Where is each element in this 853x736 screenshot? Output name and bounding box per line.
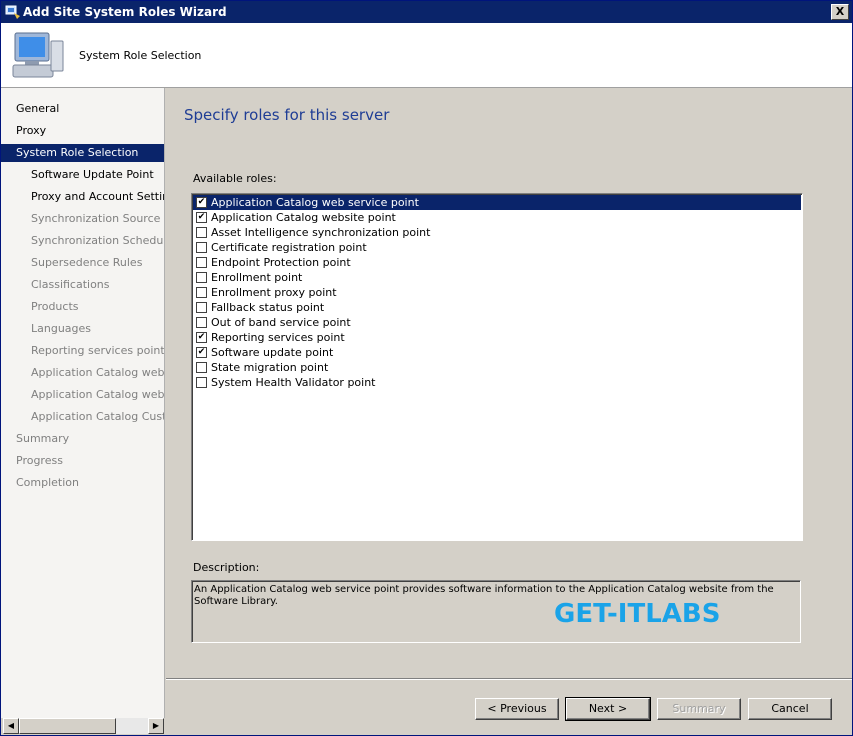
role-label: Software update point xyxy=(211,346,334,359)
checkbox-unchecked-icon[interactable] xyxy=(196,317,207,328)
checkbox-unchecked-icon[interactable] xyxy=(196,272,207,283)
nav-item[interactable]: General xyxy=(1,100,164,118)
nav-item[interactable]: Products xyxy=(1,298,164,316)
nav-item[interactable]: Application Catalog Customi xyxy=(1,408,164,426)
nav-item[interactable]: Progress xyxy=(1,452,164,470)
window-title: Add Site System Roles Wizard xyxy=(23,5,227,19)
next-button[interactable]: Next > xyxy=(565,697,651,721)
role-row[interactable]: Enrollment point xyxy=(193,270,801,285)
checkbox-unchecked-icon[interactable] xyxy=(196,287,207,298)
role-row[interactable]: State migration point xyxy=(193,360,801,375)
main-panel: Specify roles for this server Available … xyxy=(166,88,852,735)
nav-horizontal-scrollbar[interactable]: ◀ ▶ xyxy=(3,718,164,734)
role-row[interactable]: Fallback status point xyxy=(193,300,801,315)
nav-item[interactable]: Synchronization Schedule xyxy=(1,232,164,250)
nav-item[interactable]: Application Catalog website xyxy=(1,386,164,404)
role-row[interactable]: Asset Intelligence synchronization point xyxy=(193,225,801,240)
nav-item[interactable]: System Role Selection xyxy=(1,144,164,162)
button-separator xyxy=(166,678,852,680)
wizard-window: Add Site System Roles Wizard X System Ro… xyxy=(0,0,853,736)
scroll-thumb[interactable] xyxy=(19,718,116,734)
role-label: Certificate registration point xyxy=(211,241,367,254)
nav-item[interactable]: Application Catalog web ser xyxy=(1,364,164,382)
role-label: Asset Intelligence synchronization point xyxy=(211,226,431,239)
nav-item[interactable]: Reporting services point xyxy=(1,342,164,360)
roles-listbox[interactable]: ✔ Application Catalog web service point ✔ A… xyxy=(191,193,803,541)
checkbox-unchecked-icon[interactable] xyxy=(196,362,207,373)
nav-item[interactable]: Supersedence Rules xyxy=(1,254,164,272)
checkbox-checked-icon[interactable]: ✔ xyxy=(196,212,207,223)
role-row[interactable]: ✔ Application Catalog website point xyxy=(193,210,801,225)
role-label: Enrollment proxy point xyxy=(211,286,337,299)
previous-button[interactable]: < Previous xyxy=(475,698,559,720)
role-row[interactable]: System Health Validator point xyxy=(193,375,801,390)
nav-item[interactable]: Completion xyxy=(1,474,164,492)
description-label: Description: xyxy=(193,561,260,574)
close-button[interactable]: X xyxy=(831,4,849,20)
nav-item[interactable]: Proxy and Account Settings xyxy=(1,188,164,206)
role-row[interactable]: ✔ Software update point xyxy=(193,345,801,360)
role-row[interactable]: Out of band service point xyxy=(193,315,801,330)
role-label: Out of band service point xyxy=(211,316,351,329)
checkbox-checked-icon[interactable]: ✔ xyxy=(196,332,207,343)
checkbox-unchecked-icon[interactable] xyxy=(196,227,207,238)
checkbox-unchecked-icon[interactable] xyxy=(196,242,207,253)
available-roles-label: Available roles: xyxy=(193,172,277,185)
checkbox-unchecked-icon[interactable] xyxy=(196,377,207,388)
checkbox-unchecked-icon[interactable] xyxy=(196,302,207,313)
nav-item[interactable]: Languages xyxy=(1,320,164,338)
nav-item[interactable]: Synchronization Source xyxy=(1,210,164,228)
nav-item[interactable]: Software Update Point xyxy=(1,166,164,184)
role-label: Endpoint Protection point xyxy=(211,256,351,269)
checkbox-checked-icon[interactable]: ✔ xyxy=(196,347,207,358)
role-label: System Health Validator point xyxy=(211,376,376,389)
role-row[interactable]: ✔ Reporting services point xyxy=(193,330,801,345)
role-label: State migration point xyxy=(211,361,329,374)
role-label: Reporting services point xyxy=(211,331,345,344)
title-bar: Add Site System Roles Wizard X xyxy=(1,1,852,23)
role-row[interactable]: Certificate registration point xyxy=(193,240,801,255)
cancel-button[interactable]: Cancel xyxy=(748,698,832,720)
watermark-text: GET-ITLABS xyxy=(554,599,721,629)
scroll-right-arrow-icon[interactable]: ▶ xyxy=(148,718,164,734)
nav-item[interactable]: Proxy xyxy=(1,122,164,140)
role-label: Fallback status point xyxy=(211,301,325,314)
role-row[interactable]: Enrollment proxy point xyxy=(193,285,801,300)
checkbox-checked-icon[interactable]: ✔ xyxy=(196,197,207,208)
checkbox-unchecked-icon[interactable] xyxy=(196,257,207,268)
wizard-nav-pane: General Proxy System Role Selection Softwar… xyxy=(1,88,165,718)
header-page-title: System Role Selection xyxy=(79,49,202,62)
wizard-header: System Role Selection xyxy=(1,23,852,88)
role-label: Application Catalog website point xyxy=(211,211,396,224)
role-row[interactable]: ✔ Application Catalog web service point xyxy=(193,195,801,210)
wizard-app-icon xyxy=(5,5,20,19)
scroll-left-arrow-icon[interactable]: ◀ xyxy=(3,718,19,734)
role-label: Enrollment point xyxy=(211,271,303,284)
role-row[interactable]: Endpoint Protection point xyxy=(193,255,801,270)
nav-item[interactable]: Classifications xyxy=(1,276,164,294)
summary-button[interactable]: Summary xyxy=(657,698,741,720)
role-label: Application Catalog web service point xyxy=(211,196,419,209)
main-title: Specify roles for this server xyxy=(184,106,390,124)
nav-item[interactable]: Summary xyxy=(1,430,164,448)
computer-icon xyxy=(12,32,64,78)
